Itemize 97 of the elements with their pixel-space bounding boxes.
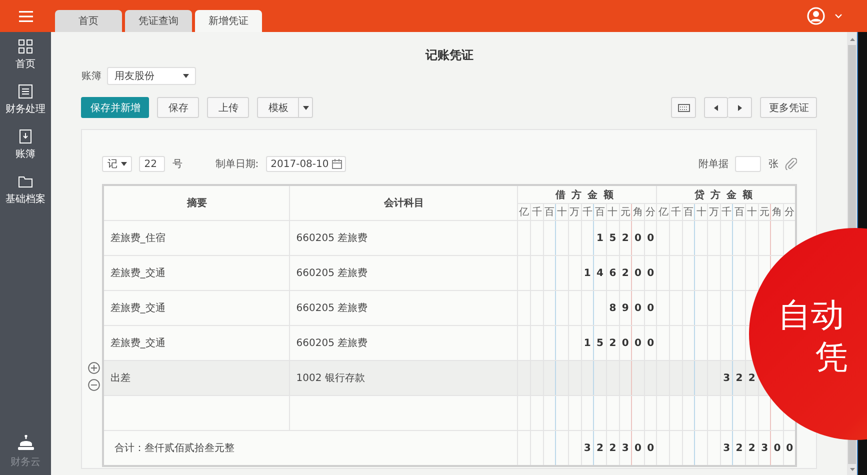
voucher-type-select[interactable]: 记 (102, 156, 132, 172)
badge-text: 凭 (815, 336, 848, 378)
amount-digit: 0 (632, 256, 644, 290)
summary-cell[interactable]: 差旅费_住宿 (103, 220, 290, 256)
unit-label: 千 (581, 204, 594, 220)
unit-label: 千 (530, 204, 544, 220)
list-icon (18, 84, 34, 99)
document-icon (18, 129, 34, 144)
unit-label: 亿 (656, 204, 670, 220)
amount-digit: 0 (644, 290, 657, 326)
unit-label: 百 (543, 204, 556, 220)
amount-digit: 0 (644, 256, 657, 290)
unit-label: 角 (632, 204, 644, 220)
caret-icon (183, 74, 190, 78)
amount-digit: 4 (594, 256, 606, 290)
remove-row-icon[interactable] (88, 379, 100, 391)
unit-label: 亿 (518, 204, 530, 220)
total-label: 合计：叁仟贰佰贰拾叁元整 (114, 443, 234, 454)
sidebar-item[interactable]: 账簿 (16, 129, 36, 174)
column-header: 会计科目 (290, 185, 518, 220)
amount-digit: 1 (594, 220, 606, 256)
column-header: 摘要 (103, 185, 290, 220)
avatar-icon[interactable] (807, 7, 825, 25)
previous-button[interactable] (704, 97, 728, 118)
account-cell[interactable]: 660205 差旅费 (290, 220, 518, 256)
calendar-icon (332, 159, 342, 169)
scroll-up-icon (850, 38, 855, 41)
unit-label: 千 (720, 204, 733, 220)
ledger-select[interactable]: 用友股份 (107, 67, 196, 85)
unit-label: 百 (594, 204, 606, 220)
scroll-down-icon (850, 468, 855, 471)
triangle-right-icon (738, 104, 742, 110)
field-label: 号 (172, 158, 182, 171)
template-button[interactable]: 模板 (257, 97, 300, 118)
amount-digit: 8 (606, 290, 620, 326)
caret-icon (302, 106, 309, 110)
folder-icon (18, 174, 34, 189)
amount-digit: 0 (632, 290, 644, 326)
sidebar-footer-label: 财务云 (10, 456, 41, 469)
add-row-icon[interactable] (88, 362, 100, 374)
page-title: 记账凭证 (424, 47, 474, 64)
field-label: 制单日期: (215, 158, 259, 171)
toolbar-button[interactable]: 上传 (207, 97, 250, 118)
tab[interactable]: 首页 (55, 10, 122, 32)
column-header: 借方金额 (518, 185, 657, 204)
chevron-down-icon[interactable] (835, 14, 842, 18)
keyboard-button[interactable] (671, 97, 696, 118)
badge-text: 自动 (778, 294, 844, 336)
unit-label: 十 (746, 204, 758, 220)
dropdown-button[interactable] (299, 97, 314, 118)
unit-label: 分 (644, 204, 657, 220)
save-and-new-button[interactable]: 保存并新增 (81, 97, 150, 118)
amount-digit: 1 (581, 256, 594, 290)
unit-label: 千 (670, 204, 682, 220)
field-label: 账簿 (81, 70, 102, 83)
unit-label: 十 (694, 204, 708, 220)
triangle-left-icon (714, 104, 718, 110)
amount-digit: 9 (619, 290, 632, 326)
sidebar-item[interactable]: 财务处理 (6, 84, 46, 129)
sidebar-item[interactable]: 基础档案 (6, 174, 46, 219)
paperclip-icon[interactable] (785, 158, 798, 170)
amount-digit: 0 (644, 220, 657, 256)
voucher-number-field[interactable]: 22 (139, 156, 166, 172)
summary-cell[interactable]: 差旅费_交通 (103, 290, 290, 326)
tab[interactable]: 新增凭证 (195, 10, 262, 32)
toolbar-button[interactable]: 保存 (157, 97, 200, 118)
caret-icon (121, 162, 128, 166)
summary-cell[interactable]: 差旅费_交通 (103, 256, 290, 290)
unit-label: 角 (770, 204, 784, 220)
sidebar-item[interactable]: 首页 (16, 39, 36, 84)
unit-label: 万 (708, 204, 720, 220)
amount-digit: 0 (632, 220, 644, 256)
next-button[interactable] (728, 97, 752, 118)
menu-icon (19, 10, 33, 22)
amount-digit: 2 (619, 220, 632, 256)
amount-digit: 6 (606, 256, 620, 290)
field-label: 附单据 (698, 158, 728, 171)
unit-label: 万 (568, 204, 582, 220)
unit-label: 元 (758, 204, 771, 220)
unit-label: 十 (606, 204, 620, 220)
unit-label: 元 (619, 204, 632, 220)
account-cell[interactable]: 1002 银行存款 (290, 360, 518, 396)
amount-digit: 2 (619, 256, 632, 290)
account-cell[interactable]: 660205 差旅费 (290, 290, 518, 326)
unit-label: 十 (556, 204, 568, 220)
date-field[interactable]: 2017-08-10 (266, 156, 346, 172)
attachments-field[interactable] (735, 156, 762, 172)
more-vouchers-button[interactable]: 更多凭证 (760, 97, 818, 118)
summary-cell[interactable]: 出差 (103, 360, 290, 396)
keyboard-icon (678, 104, 690, 112)
account-cell[interactable]: 660205 差旅费 (290, 256, 518, 290)
unit-label: 百 (732, 204, 746, 220)
field-label: 张 (768, 158, 778, 171)
tab[interactable]: 凭证查询 (125, 10, 192, 32)
unit-label: 百 (682, 204, 695, 220)
amount-digit: 5 (606, 220, 620, 256)
grid-icon (18, 39, 34, 54)
